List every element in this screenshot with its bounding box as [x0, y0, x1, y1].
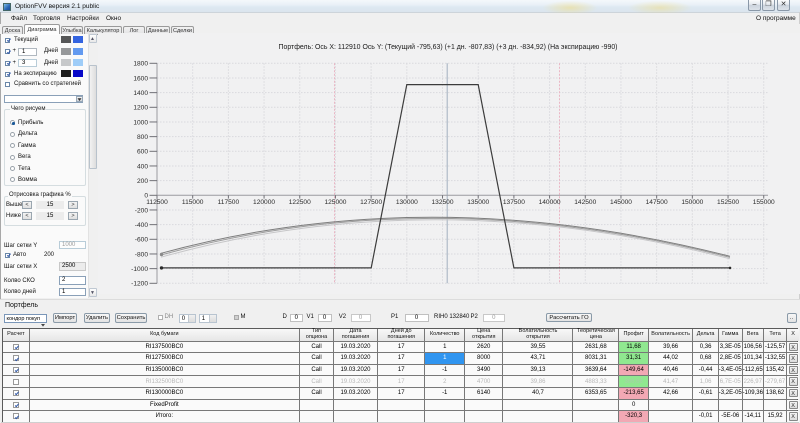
svg-text:1600: 1600 [133, 75, 148, 82]
svg-text:-800: -800 [135, 251, 149, 258]
svg-text:800: 800 [137, 134, 148, 141]
svg-text:152500: 152500 [717, 199, 739, 206]
svg-text:117500: 117500 [218, 199, 240, 206]
svg-text:600: 600 [137, 149, 148, 156]
svg-text:1000: 1000 [133, 119, 148, 126]
svg-text:1200: 1200 [133, 105, 148, 112]
svg-text:132500: 132500 [432, 199, 454, 206]
svg-text:155000: 155000 [753, 199, 775, 206]
svg-text:122500: 122500 [289, 199, 311, 206]
svg-text:-200: -200 [135, 207, 149, 214]
svg-text:-1200: -1200 [131, 281, 148, 288]
svg-text:1800: 1800 [133, 61, 148, 68]
svg-text:Портфель: Ось X: 112910 Ось Y:: Портфель: Ось X: 112910 Ось Y: (Текущий … [279, 43, 618, 51]
svg-text:-600: -600 [135, 237, 149, 244]
svg-text:1400: 1400 [133, 90, 148, 97]
svg-text:-1000: -1000 [131, 266, 148, 273]
svg-text:127500: 127500 [360, 199, 382, 206]
svg-text:200: 200 [137, 178, 148, 185]
svg-text:135000: 135000 [467, 199, 489, 206]
svg-text:115000: 115000 [182, 199, 204, 206]
svg-text:400: 400 [137, 163, 148, 170]
svg-text:130000: 130000 [396, 199, 418, 206]
svg-text:147500: 147500 [646, 199, 668, 206]
svg-text:137500: 137500 [503, 199, 525, 206]
svg-text:142500: 142500 [574, 199, 596, 206]
svg-text:125000: 125000 [324, 199, 346, 206]
svg-text:150000: 150000 [681, 199, 703, 206]
svg-text:120000: 120000 [253, 199, 275, 206]
svg-text:112500: 112500 [146, 199, 168, 206]
svg-text:145000: 145000 [610, 199, 632, 206]
svg-text:140000: 140000 [539, 199, 561, 206]
svg-text:-400: -400 [135, 222, 149, 229]
